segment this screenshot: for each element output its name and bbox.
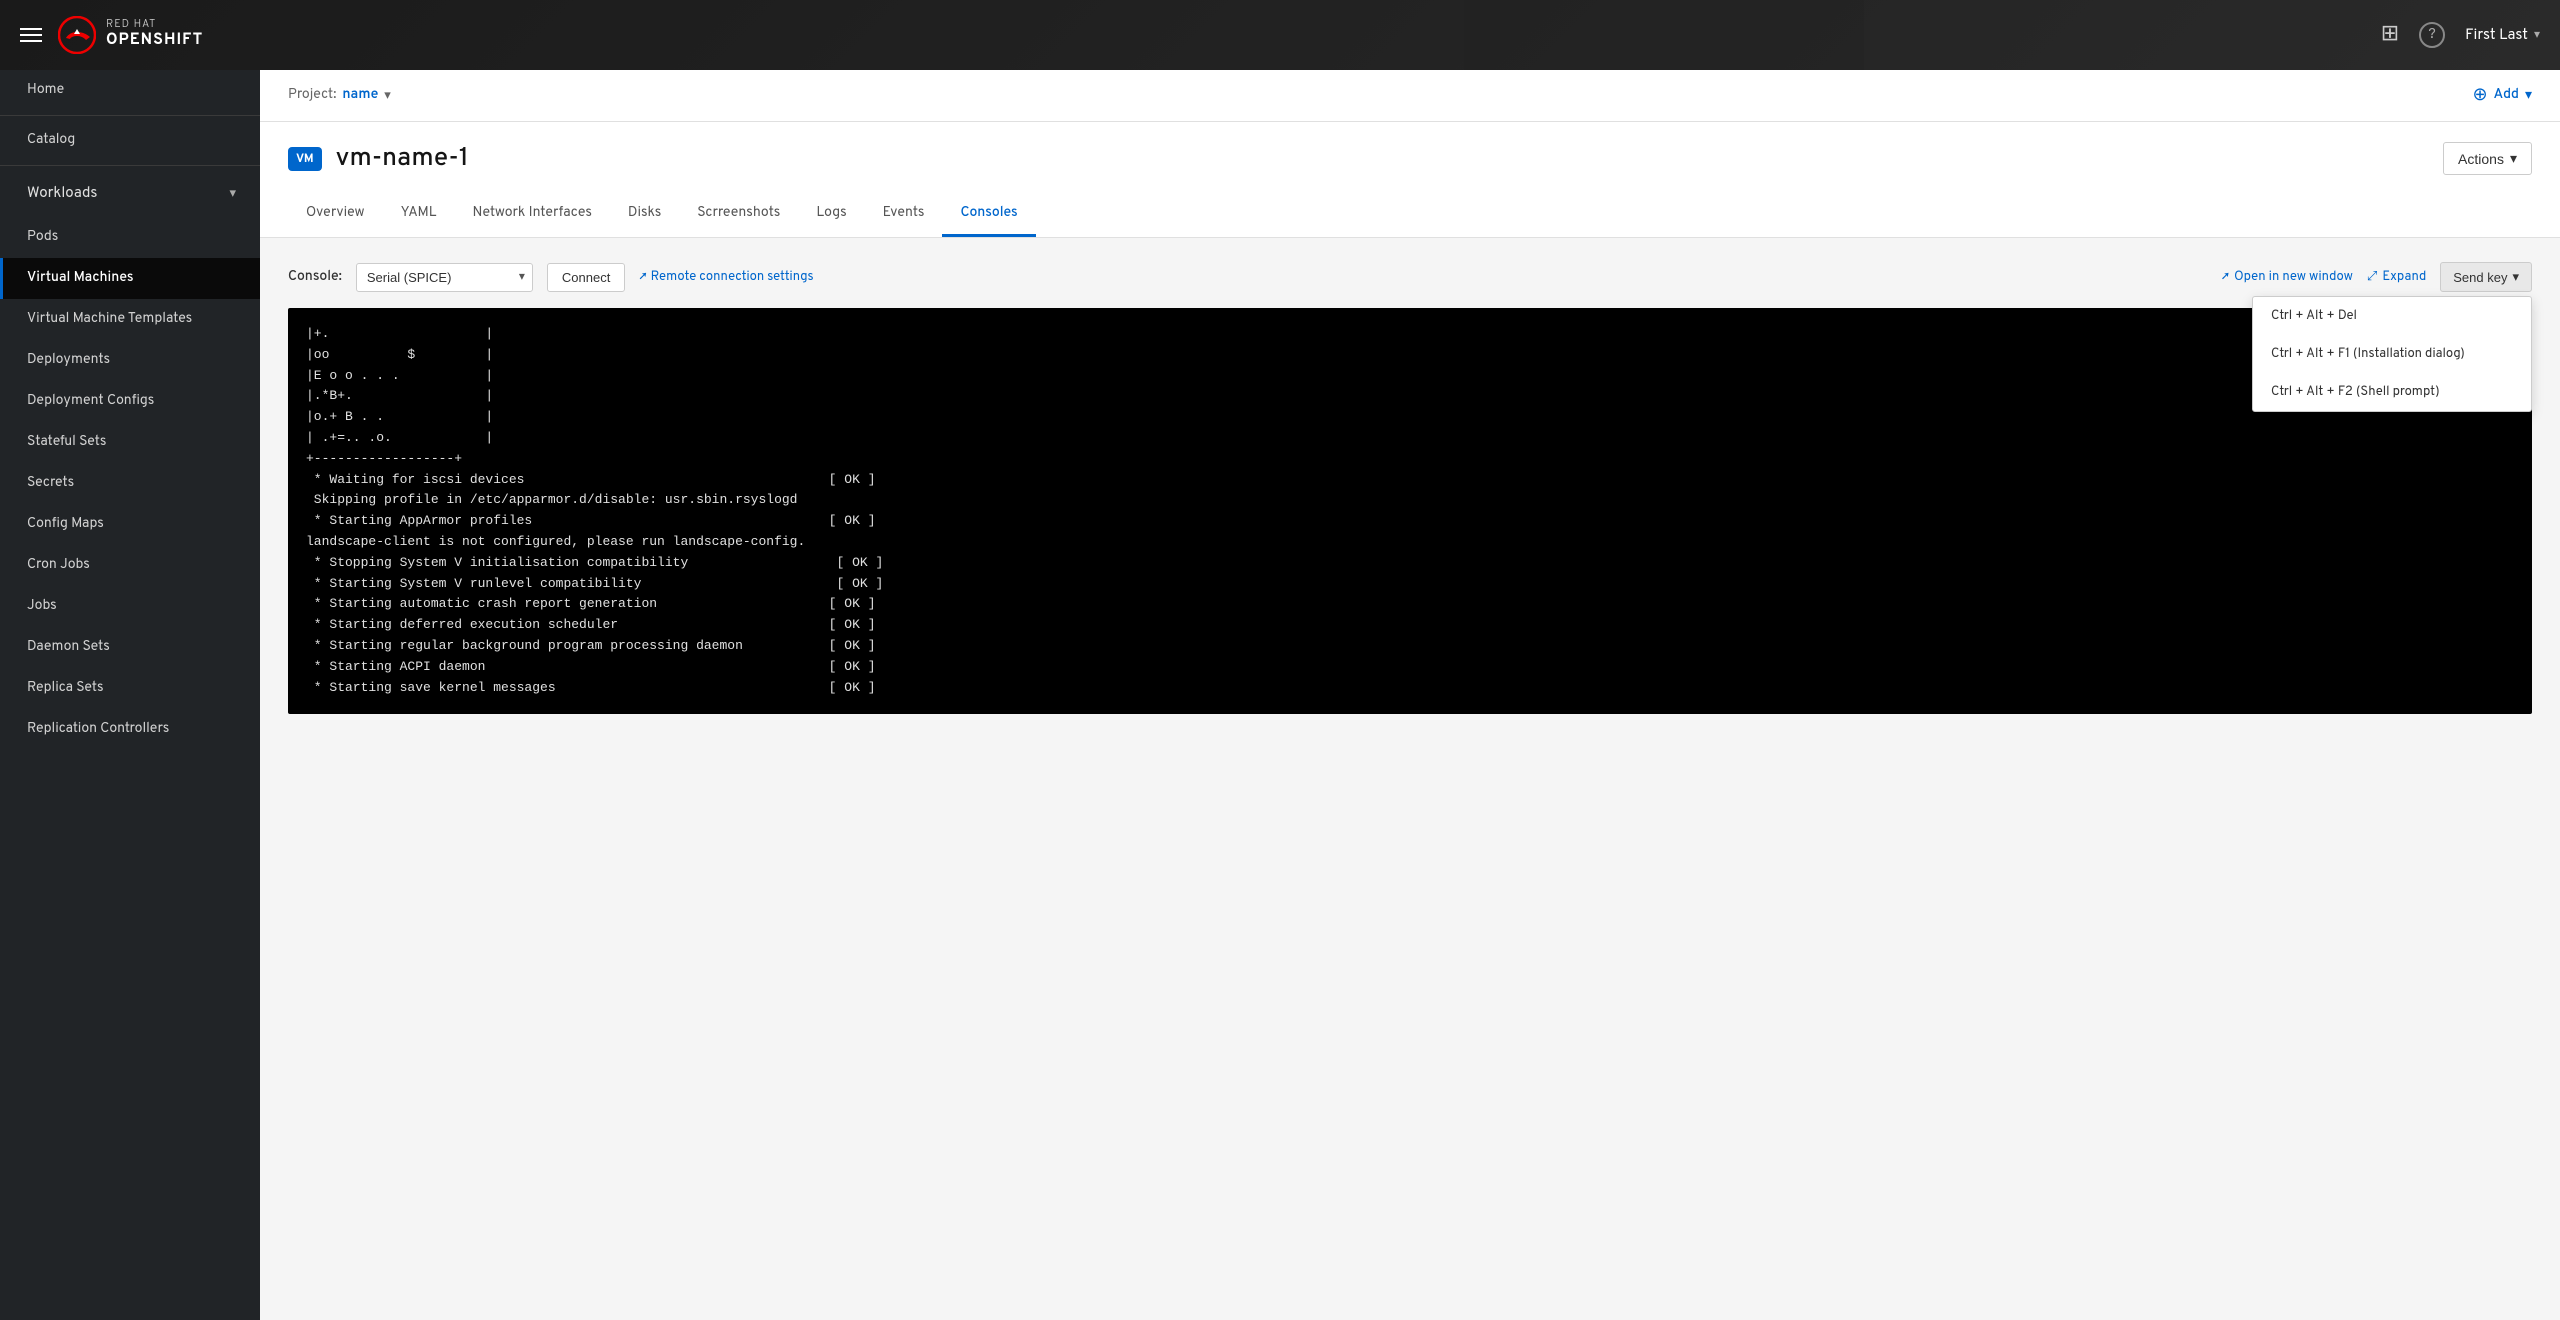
tab-disks[interactable]: Disks — [610, 193, 679, 237]
actions-button[interactable]: Actions ▾ — [2443, 142, 2532, 175]
brand-logo-area: RED HAT OPENSHIFT — [58, 16, 203, 54]
user-name: First Last — [2465, 26, 2528, 45]
open-in-new-window-link[interactable]: ↗ Open in new window — [2222, 269, 2353, 285]
vm-title-row: VM vm-name-1 Actions ▾ — [288, 142, 2532, 175]
sidebar-item-daemon-sets[interactable]: Daemon Sets — [0, 627, 260, 668]
vm-header: VM vm-name-1 Actions ▾ Overview YAML Net… — [260, 122, 2560, 238]
expand-icon: ⤢ — [2367, 269, 2377, 285]
send-key-ctrl-alt-f1[interactable]: Ctrl + Alt + F1 (Installation dialog) — [2253, 335, 2531, 373]
main-content: Project: name ▾ ⊕ Add ▾ VM vm-name-1 Act… — [260, 70, 2560, 1320]
sidebar-item-replication-controllers[interactable]: Replication Controllers — [0, 709, 260, 750]
tab-events[interactable]: Events — [865, 193, 943, 237]
expand-link[interactable]: ⤢ Expand — [2367, 269, 2426, 285]
actions-label: Actions — [2458, 151, 2504, 167]
tab-yaml[interactable]: YAML — [383, 193, 455, 237]
add-button[interactable]: ⊕ Add ▾ — [2472, 84, 2532, 107]
sidebar-item-replica-sets[interactable]: Replica Sets — [0, 668, 260, 709]
add-plus-icon: ⊕ — [2472, 84, 2487, 107]
top-navigation: RED HAT OPENSHIFT ⊞ ? First Last ▾ — [0, 0, 2560, 70]
add-label: Add — [2494, 87, 2519, 104]
redhat-logo-icon — [58, 16, 96, 54]
tab-overview[interactable]: Overview — [288, 193, 383, 237]
connect-button[interactable]: Connect — [547, 263, 625, 292]
project-selector[interactable]: Project: name ▾ — [288, 87, 391, 104]
send-key-wrapper: Send key ▾ Ctrl + Alt + Del Ctrl + Alt +… — [2440, 262, 2532, 292]
workloads-chevron-icon: ▾ — [229, 186, 236, 202]
remote-connection-link[interactable]: ↗ Remote connection settings — [639, 269, 813, 285]
grid-icon[interactable]: ⊞ — [2381, 21, 2399, 49]
sidebar-item-secrets[interactable]: Secrets — [0, 463, 260, 504]
project-name: name — [342, 87, 378, 104]
sidebar-item-stateful-sets[interactable]: Stateful Sets — [0, 422, 260, 463]
send-key-ctrl-alt-del[interactable]: Ctrl + Alt + Del — [2253, 297, 2531, 335]
sidebar: Home Catalog Workloads ▾ Pods Virtual Ma… — [0, 70, 260, 1320]
vm-title: VM vm-name-1 — [288, 142, 469, 175]
vm-name: vm-name-1 — [336, 142, 469, 175]
sidebar-item-cron-jobs[interactable]: Cron Jobs — [0, 545, 260, 586]
project-chevron-icon: ▾ — [384, 88, 391, 104]
send-key-ctrl-alt-f2[interactable]: Ctrl + Alt + F2 (Shell prompt) — [2253, 373, 2531, 411]
sidebar-item-virtual-machines[interactable]: Virtual Machines — [0, 258, 260, 299]
new-window-icon: ↗ — [2222, 269, 2229, 285]
tab-network-interfaces[interactable]: Network Interfaces — [455, 193, 610, 237]
hamburger-menu[interactable] — [20, 28, 42, 42]
external-link-icon: ↗ — [639, 269, 646, 285]
add-chevron-icon: ▾ — [2525, 87, 2532, 105]
send-key-chevron-icon: ▾ — [2512, 269, 2519, 285]
project-bar: Project: name ▾ ⊕ Add ▾ — [260, 70, 2560, 122]
sidebar-item-deployment-configs[interactable]: Deployment Configs — [0, 381, 260, 422]
sidebar-item-jobs[interactable]: Jobs — [0, 586, 260, 627]
user-menu[interactable]: First Last ▾ — [2465, 26, 2540, 45]
send-key-dropdown: Ctrl + Alt + Del Ctrl + Alt + F1 (Instal… — [2252, 296, 2532, 412]
console-type-select-wrap: Serial (SPICE) VNC Serial (Desktop Viewe… — [356, 263, 533, 292]
sidebar-item-deployments[interactable]: Deployments — [0, 340, 260, 381]
actions-chevron-icon: ▾ — [2510, 150, 2517, 167]
tab-logs[interactable]: Logs — [798, 193, 864, 237]
vm-tabs: Overview YAML Network Interfaces Disks S… — [288, 193, 2532, 237]
sidebar-item-workloads[interactable]: Workloads ▾ — [0, 170, 260, 217]
sidebar-divider-1 — [0, 115, 260, 116]
vm-badge: VM — [288, 147, 322, 171]
project-label: Project: — [288, 87, 336, 104]
sidebar-item-pods[interactable]: Pods — [0, 217, 260, 258]
brand-text: RED HAT OPENSHIFT — [106, 19, 203, 51]
user-menu-chevron-icon: ▾ — [2534, 27, 2540, 43]
send-key-label: Send key — [2453, 270, 2507, 285]
send-key-button[interactable]: Send key ▾ — [2440, 262, 2532, 292]
terminal-console[interactable]: |+. | |oo $ | |E o o . . . | |.*B+. | |o… — [288, 308, 2532, 714]
sidebar-item-config-maps[interactable]: Config Maps — [0, 504, 260, 545]
sidebar-item-virtual-machine-templates[interactable]: Virtual Machine Templates — [0, 299, 260, 340]
sidebar-item-catalog[interactable]: Catalog — [0, 120, 260, 161]
console-section: Console: Serial (SPICE) VNC Serial (Desk… — [260, 238, 2560, 738]
console-type-select[interactable]: Serial (SPICE) VNC Serial (Desktop Viewe… — [356, 263, 533, 292]
tab-screenshots[interactable]: Scrreenshots — [679, 193, 798, 237]
sidebar-divider-2 — [0, 165, 260, 166]
console-bar: Console: Serial (SPICE) VNC Serial (Desk… — [288, 262, 2532, 292]
sidebar-item-home[interactable]: Home — [0, 70, 260, 111]
tab-consoles[interactable]: Consoles — [942, 193, 1035, 237]
console-label: Console: — [288, 269, 342, 286]
help-icon[interactable]: ? — [2419, 22, 2445, 48]
